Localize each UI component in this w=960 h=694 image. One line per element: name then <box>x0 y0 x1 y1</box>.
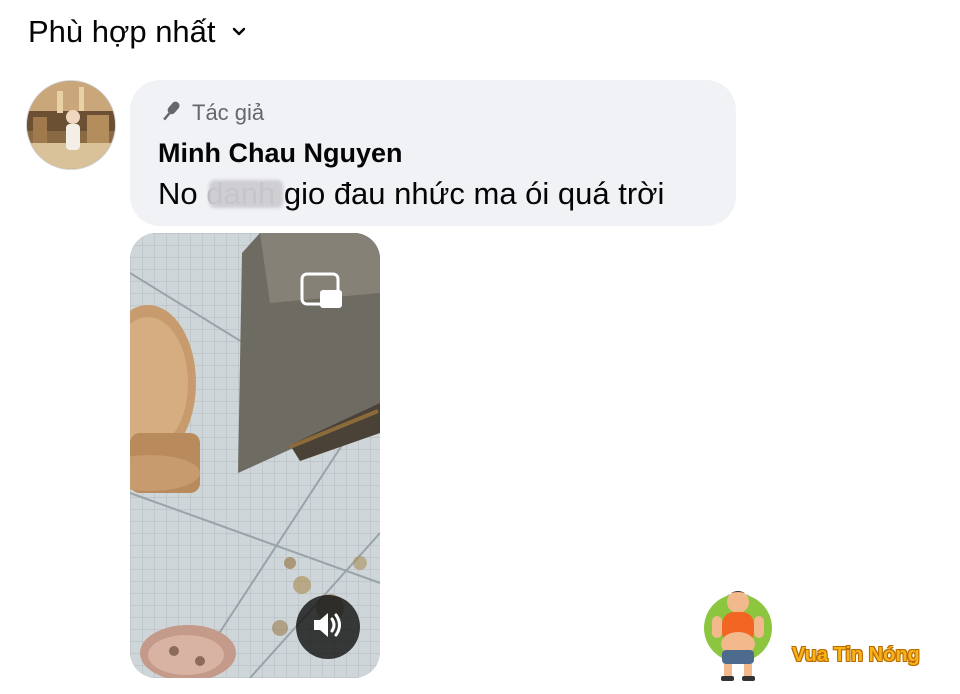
watermark-text: Vua Tin Nóng <box>792 644 920 666</box>
sound-button[interactable] <box>296 595 360 659</box>
picture-in-picture-icon <box>300 272 344 315</box>
sort-label: Phù hợp nhất <box>28 14 216 49</box>
picture-in-picture-button[interactable] <box>298 269 346 317</box>
comment-text-end: gio đau nhức ma ói quá trời <box>275 176 665 211</box>
avatar[interactable] <box>26 80 116 170</box>
author-name[interactable]: Minh Chau Nguyen <box>158 136 708 170</box>
author-badge: Tác giả <box>158 98 708 128</box>
mascot-logo <box>704 591 772 681</box>
comment-text-start: No <box>158 176 207 211</box>
microphone-icon <box>158 98 184 129</box>
chevron-down-icon <box>230 23 248 41</box>
comment-bubble: Tác giả Minh Chau Nguyen No danh gio đau… <box>130 80 736 226</box>
author-badge-label: Tác giả <box>192 100 265 125</box>
sort-dropdown[interactable]: Phù hợp nhất <box>28 12 248 52</box>
speaker-volume-icon <box>311 610 345 645</box>
watermark: Vua Tin Nóng <box>700 584 950 684</box>
video-player[interactable] <box>130 233 380 678</box>
redaction-blur <box>209 180 283 208</box>
comment-text: No danh gio đau nhức ma ói quá trời <box>158 174 708 214</box>
